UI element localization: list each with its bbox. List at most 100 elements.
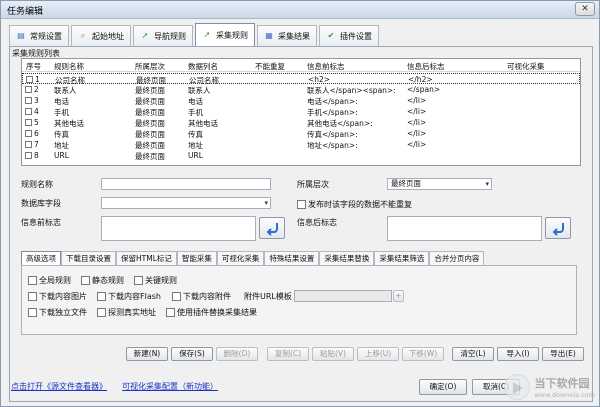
row-checkbox[interactable] (25, 130, 32, 137)
main-tabs: ▤ 常规设置 ⌕ 起始地址 ➚ 导航规则 ➚ 采集规则 ▦ 采集结果 ✔ 插件设置 (9, 23, 381, 47)
tab-label: 常规设置 (30, 31, 62, 41)
column-header[interactable]: 信息后标志 (407, 61, 445, 72)
paste-button[interactable]: 粘贴(V) (312, 347, 354, 361)
delete-button[interactable]: 删除(D) (216, 347, 258, 361)
new-button[interactable]: 新建(N) (126, 347, 168, 361)
attach-url-input[interactable] (294, 290, 392, 302)
data-field-select[interactable] (101, 197, 271, 209)
table-header: 序号 规则名称 所属层次 数据列名 不能重复 信息前标志 信息后标志 可视化采集 (22, 59, 580, 72)
tab-5[interactable]: ✔ 插件设置 (319, 25, 379, 46)
table-row[interactable]: 3 电话 最终页面 电话 电话</span>: </li> (22, 95, 580, 106)
watermark-title: 当下软件园 (534, 377, 590, 390)
move-down-button[interactable]: 下移(W) (402, 347, 444, 361)
table-row[interactable]: 2 联系人 最终页面 联系人 联系人</span><span>: </span> (22, 84, 580, 95)
visual-collect-config-link[interactable]: 可视化采集配置（新功能） (122, 381, 218, 392)
after-flag-input[interactable] (387, 216, 542, 241)
table-row[interactable]: 8 URL 最终页面 URL (22, 150, 580, 161)
detect-real-url-checkbox[interactable]: 探测真实地址 (97, 307, 156, 318)
column-header[interactable]: 序号 (26, 61, 41, 72)
column-header[interactable]: 信息前标志 (307, 61, 345, 72)
download-images-checkbox[interactable]: 下载内容图片 (28, 291, 87, 302)
table-row[interactable]: 7 地址 最终页面 地址 地址</span>: </li> (22, 139, 580, 150)
before-flag-input[interactable] (101, 216, 256, 241)
close-button[interactable]: ✕ (575, 2, 595, 16)
sub-tab-8[interactable]: 合并分页内容 (429, 251, 485, 265)
global-rule-checkbox[interactable]: 全局规则 (28, 275, 71, 286)
before-flag-insert-button[interactable] (259, 217, 285, 239)
rule-name-label: 规则名称 (21, 180, 53, 189)
row-checkbox[interactable] (25, 86, 32, 93)
sub-tab-0[interactable]: 高级选项 (21, 251, 61, 265)
table-row[interactable]: 6 传真 最终页面 传真 传真</span>: </li> (22, 128, 580, 139)
attach-url-label: 附件URL模板 (244, 292, 292, 301)
collect-rules-icon: ➚ (203, 30, 211, 39)
level-select-value: 最终页面 (391, 179, 421, 188)
after-flag-insert-button[interactable] (545, 217, 571, 239)
tab-1[interactable]: ⌕ 起始地址 (71, 25, 131, 46)
cell-after: </li> (407, 107, 427, 116)
cell-name: URL (54, 151, 69, 160)
cell-num: 2 (34, 85, 39, 94)
plugin-replace-checkbox[interactable]: 使用插件替换采集结果 (166, 307, 257, 318)
clear-button[interactable]: 清空(L) (452, 347, 494, 361)
move-up-button[interactable]: 上移(U) (357, 347, 399, 361)
column-header[interactable]: 不能重复 (255, 61, 285, 72)
key-rule-checkbox[interactable]: 关键规则 (134, 275, 177, 286)
column-header[interactable]: 数据列名 (188, 61, 218, 72)
tab-label: 起始地址 (92, 31, 124, 41)
ok-button[interactable]: 确定(O) (419, 379, 467, 395)
sub-tab-4[interactable]: 可视化采集 (216, 251, 265, 265)
cell-after: </li> (407, 129, 427, 138)
watermark: 当下软件园 www.downxia.com (504, 374, 595, 400)
sub-tab-6[interactable]: 采集结果替换 (319, 251, 375, 265)
sub-tab-3[interactable]: 智能采集 (176, 251, 217, 265)
download-flash-checkbox[interactable]: 下载内容Flash (97, 291, 161, 302)
cell-num: 7 (34, 140, 39, 149)
save-button[interactable]: 保存(S) (171, 347, 213, 361)
cell-column: URL (188, 151, 203, 160)
level-label: 所属层次 (297, 180, 329, 189)
cell-num: 8 (34, 151, 39, 160)
export-button[interactable]: 导出(E) (542, 347, 584, 361)
tab-2[interactable]: ➚ 导航规则 (133, 25, 193, 46)
column-header[interactable]: 所属层次 (135, 61, 165, 72)
column-header[interactable]: 可视化采集 (507, 61, 545, 72)
row-checkbox[interactable] (25, 97, 32, 104)
copy-button[interactable]: 复制(C) (267, 347, 309, 361)
table-row[interactable]: 5 其他电话 最终页面 其他电话 其他电话</span>: </li> (22, 117, 580, 128)
download-attachments-checkbox[interactable]: 下载内容附件 (172, 291, 231, 302)
cell-num: 1 (35, 75, 40, 84)
tab-0[interactable]: ▤ 常规设置 (9, 25, 69, 46)
play-logo-icon (504, 374, 531, 400)
row-checkbox[interactable] (26, 76, 33, 83)
cell-num: 3 (34, 96, 39, 105)
sub-tab-5[interactable]: 特殊结果设置 (264, 251, 320, 265)
row-checkbox[interactable] (25, 108, 32, 115)
tab-4[interactable]: ▦ 采集结果 (257, 25, 317, 46)
attach-url-add-button[interactable]: + (393, 290, 404, 302)
sub-tab-7[interactable]: 采集结果筛选 (374, 251, 430, 265)
return-arrow-icon (266, 223, 278, 236)
download-file-checkbox[interactable]: 下载独立文件 (28, 307, 87, 318)
level-select[interactable]: 最终页面 (387, 178, 492, 190)
search-icon: ⌕ (80, 31, 86, 40)
open-source-viewer-link[interactable]: 点击打开《源文件查看器》 (11, 381, 107, 392)
column-header[interactable]: 规则名称 (54, 61, 84, 72)
rules-table[interactable]: 序号 规则名称 所属层次 数据列名 不能重复 信息前标志 信息后标志 可视化采集 1 公司名称最… (21, 58, 581, 166)
rule-name-input[interactable] (101, 178, 271, 190)
cell-after: </li> (407, 140, 427, 149)
tab-3[interactable]: ➚ 采集规则 (195, 23, 255, 46)
table-row[interactable]: 1 公司名称 最终页面 公司名称 <h2> </h2> (22, 73, 580, 85)
row-checkbox[interactable] (25, 152, 32, 159)
cell-before: <h2> (308, 75, 331, 84)
title-bar: 任务编辑 ✕ (1, 1, 599, 19)
sub-tab-2[interactable]: 保留HTML标记 (116, 251, 177, 265)
tab-label: 采集规则 (216, 30, 248, 40)
no-repeat-checkbox[interactable]: 发布时该字段的数据不能重复 (297, 199, 412, 210)
static-rule-checkbox[interactable]: 静态规则 (81, 275, 124, 286)
sub-tab-1[interactable]: 下载目录设置 (61, 251, 116, 265)
table-row[interactable]: 4 手机 最终页面 手机 手机</span>: </li> (22, 106, 580, 117)
import-button[interactable]: 导入(I) (497, 347, 539, 361)
row-checkbox[interactable] (25, 119, 32, 126)
row-checkbox[interactable] (25, 141, 32, 148)
